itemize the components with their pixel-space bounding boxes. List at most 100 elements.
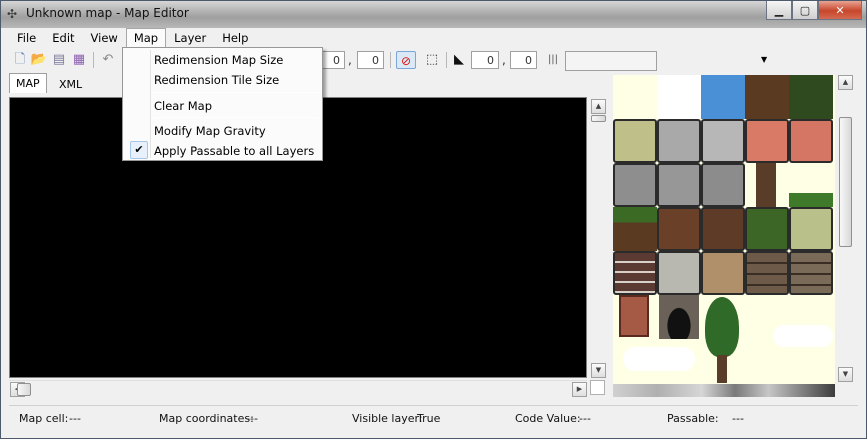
open-folder-icon[interactable]: 📂 (30, 51, 48, 69)
maximize-icon: ▢ (799, 3, 811, 17)
offset-comma: , (348, 53, 352, 67)
tile-gray-stone[interactable] (657, 119, 701, 163)
tile-brown-earth-2[interactable] (701, 207, 745, 251)
tile-palette[interactable] (613, 75, 835, 384)
offset-x-field[interactable]: 0 (321, 51, 345, 69)
tile-tree-trunk[interactable] (717, 355, 727, 383)
menu-item-clear-map[interactable]: Clear Map (126, 95, 319, 115)
tile-slate[interactable] (613, 163, 657, 207)
tile-slate-2[interactable] (657, 163, 701, 207)
scroll-up-icon[interactable]: ▲ (838, 75, 853, 90)
scrollbar-corner (590, 380, 605, 395)
toolbar-separator (93, 52, 94, 68)
fill-bucket-icon[interactable]: ◣ (450, 51, 468, 69)
tile-cobble[interactable] (657, 251, 701, 295)
tile-grass[interactable] (745, 207, 789, 251)
tile-grass-dirt[interactable] (613, 207, 657, 251)
app-icon: ✣ (7, 7, 18, 21)
scroll-thumb[interactable] (591, 115, 606, 122)
visible-layer-value: True (417, 412, 441, 425)
menu-edit[interactable]: Edit (44, 28, 82, 48)
tile-moss-stone[interactable] (613, 119, 657, 163)
scroll-up-icon[interactable]: ▲ (591, 99, 606, 114)
title-bar[interactable]: ✣ Unknown map - Map Editor ▁ ▢ ✕ (1, 1, 866, 28)
tile-planks-2[interactable] (789, 251, 833, 295)
map-cell-value: --- (69, 412, 81, 425)
tile-red-stone[interactable] (745, 119, 789, 163)
chevron-down-icon[interactable]: ▼ (761, 55, 767, 64)
selection-x-field[interactable]: 0 (471, 51, 499, 69)
palette-vertical-scrollbar[interactable]: ▲ ▼ (837, 75, 854, 384)
menu-view[interactable]: View (83, 28, 126, 48)
tile-brown-earth[interactable] (657, 207, 701, 251)
app-window: ✣ Unknown map - Map Editor ▁ ▢ ✕ File Ed… (0, 0, 867, 439)
menu-item-apply-passable-label: Apply Passable to all Layers (154, 144, 315, 158)
menu-help[interactable]: Help (214, 28, 256, 48)
undo-icon[interactable]: ↶ (99, 51, 117, 69)
selection-icon[interactable]: ⬚ (423, 51, 441, 69)
selection-y-field[interactable]: 0 (510, 51, 537, 69)
tile-door[interactable] (619, 295, 649, 337)
scroll-thumb[interactable] (17, 383, 31, 396)
passable-toggle-icon[interactable]: ⊘ (396, 51, 416, 69)
scroll-right-icon[interactable]: ▶ (572, 382, 587, 397)
new-file-icon[interactable]: 🗋 (11, 51, 29, 69)
tile-dirt[interactable] (745, 75, 789, 119)
scroll-thumb[interactable] (839, 117, 852, 247)
tile-sky[interactable] (701, 75, 745, 119)
close-button[interactable]: ✕ (818, 1, 862, 20)
tileset-icon[interactable]: ▦ (70, 51, 88, 69)
menu-item-apply-passable[interactable]: ✔ Apply Passable to all Layers (126, 140, 319, 160)
menu-separator (153, 92, 319, 93)
tile-tree-canopy[interactable] (705, 297, 739, 357)
tile-dark-grass[interactable] (789, 75, 833, 119)
map-vertical-scrollbar[interactable]: ▲ ▼ (590, 97, 607, 378)
tile-white[interactable] (657, 75, 701, 119)
selection-comma: , (502, 53, 506, 67)
save-icon[interactable]: ▤ (50, 51, 68, 69)
map-coords-value: --- (246, 412, 258, 425)
status-bar: Map cell: --- Map coordinates: --- Visib… (9, 405, 858, 429)
code-value-label: Code Value: (515, 412, 581, 425)
palette-gradient-strip (613, 384, 835, 397)
view-tabs: MAP XML (9, 73, 99, 93)
visible-layer-label: Visible layer: (352, 412, 423, 425)
map-cell-label: Map cell: (19, 412, 69, 425)
menu-item-redimension-map-size[interactable]: Redimension Map Size (126, 49, 319, 69)
layer-combo[interactable] (565, 51, 657, 71)
tile-cave[interactable] (659, 295, 699, 339)
tile-moss[interactable] (789, 207, 833, 251)
map-horizontal-scrollbar[interactable]: ◀ ▶ (9, 380, 587, 397)
tile-planks[interactable] (745, 251, 789, 295)
menu-map[interactable]: Map (125, 28, 167, 48)
passable-label: Passable: (667, 412, 719, 425)
maximize-button[interactable]: ▢ (792, 1, 818, 20)
tile-cloud-2[interactable] (623, 347, 695, 371)
tab-map[interactable]: MAP (9, 73, 47, 93)
menu-file[interactable]: File (9, 28, 44, 48)
tile-grass-tuft[interactable] (789, 193, 833, 207)
map-menu-dropdown: Redimension Map Size Redimension Tile Si… (122, 47, 323, 161)
passable-value: --- (732, 412, 744, 425)
scroll-down-icon[interactable]: ▼ (591, 363, 606, 378)
tab-xml[interactable]: XML (53, 75, 88, 93)
scroll-down-icon[interactable]: ▼ (838, 367, 853, 382)
menu-layer[interactable]: Layer (166, 28, 214, 48)
tile-red-stone-2[interactable] (789, 119, 833, 163)
tile-light-stone[interactable] (701, 119, 745, 163)
tile-brick[interactable] (613, 251, 657, 295)
offset-y-field[interactable]: 0 (357, 51, 384, 69)
menu-separator (153, 117, 319, 118)
map-coords-label: Map coordinates: (159, 412, 254, 425)
menu-item-modify-map-gravity[interactable]: Modify Map Gravity (126, 120, 319, 140)
toolbar-separator (390, 52, 391, 68)
tile-crate[interactable] (701, 251, 745, 295)
tile-trunk[interactable] (756, 163, 776, 207)
checkmark-icon: ✔ (130, 141, 148, 159)
minimize-button[interactable]: ▁ (766, 1, 792, 20)
menu-item-redimension-tile-size[interactable]: Redimension Tile Size (126, 69, 319, 89)
barcode-icon: ||| (547, 54, 559, 65)
tile-cloud[interactable] (773, 325, 833, 347)
window-title: Unknown map - Map Editor (26, 6, 189, 20)
tile-slate-3[interactable] (701, 163, 745, 207)
